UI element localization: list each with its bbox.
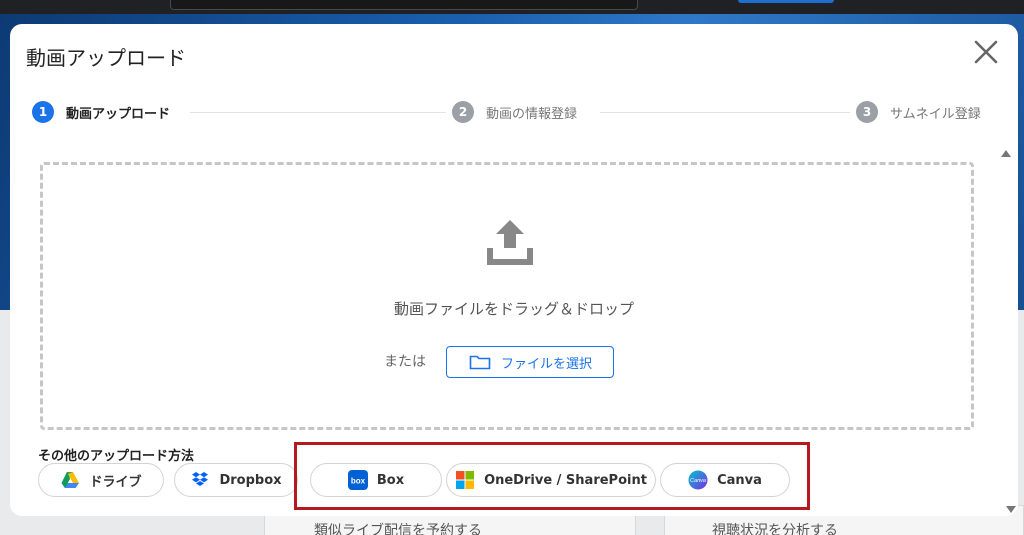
step-info: 2 動画の情報登録: [452, 100, 577, 124]
dropbox-upload-button[interactable]: Dropbox: [174, 463, 298, 497]
select-file-button[interactable]: ファイルを選択: [446, 346, 614, 378]
step-label: サムネイル登録: [890, 106, 981, 122]
select-file-label: ファイルを選択: [501, 356, 593, 372]
background-search-bar: [170, 0, 638, 10]
modal-title: 動画アップロード: [26, 46, 186, 70]
folder-icon: [469, 354, 491, 370]
scrollbar[interactable]: [997, 146, 1015, 516]
step-label: 動画アップロード: [66, 106, 171, 122]
drive-upload-button[interactable]: ドライブ: [38, 463, 164, 497]
background-button: [738, 0, 834, 3]
step-connector: [600, 112, 850, 113]
drive-label: ドライブ: [89, 474, 142, 490]
dropbox-label: Dropbox: [219, 472, 282, 488]
step-label: 動画の情報登録: [486, 106, 578, 122]
google-drive-icon: [60, 470, 80, 490]
background-item-left: 類似ライブ配信を予約する: [314, 523, 482, 535]
or-text: または: [384, 354, 426, 370]
upload-modal: 動画アップロード 1 動画アップロード 2 動画の情報登録 3 サムネイル登録 …: [10, 24, 1018, 516]
drop-zone[interactable]: [40, 162, 974, 430]
drop-instruction: 動画ファイルをドラッグ＆ドロップ: [393, 300, 634, 318]
step-number: 3: [856, 101, 878, 123]
upload-icon: [482, 214, 538, 270]
dropbox-icon: [190, 470, 210, 490]
scroll-up-arrow-icon[interactable]: [1001, 150, 1011, 157]
step-number: 1: [32, 101, 54, 123]
highlight-box: [294, 442, 810, 510]
step-connector: [190, 112, 446, 113]
step-thumbnail: 3 サムネイル登録: [856, 100, 981, 124]
background-item-right: 視聴状況を分析する: [712, 523, 838, 535]
step-number: 2: [452, 101, 474, 123]
scroll-down-arrow-icon[interactable]: [1006, 506, 1016, 513]
other-methods-label: その他のアップロード方法: [38, 449, 195, 464]
step-upload: 1 動画アップロード: [32, 100, 170, 124]
close-icon[interactable]: [972, 38, 1000, 66]
